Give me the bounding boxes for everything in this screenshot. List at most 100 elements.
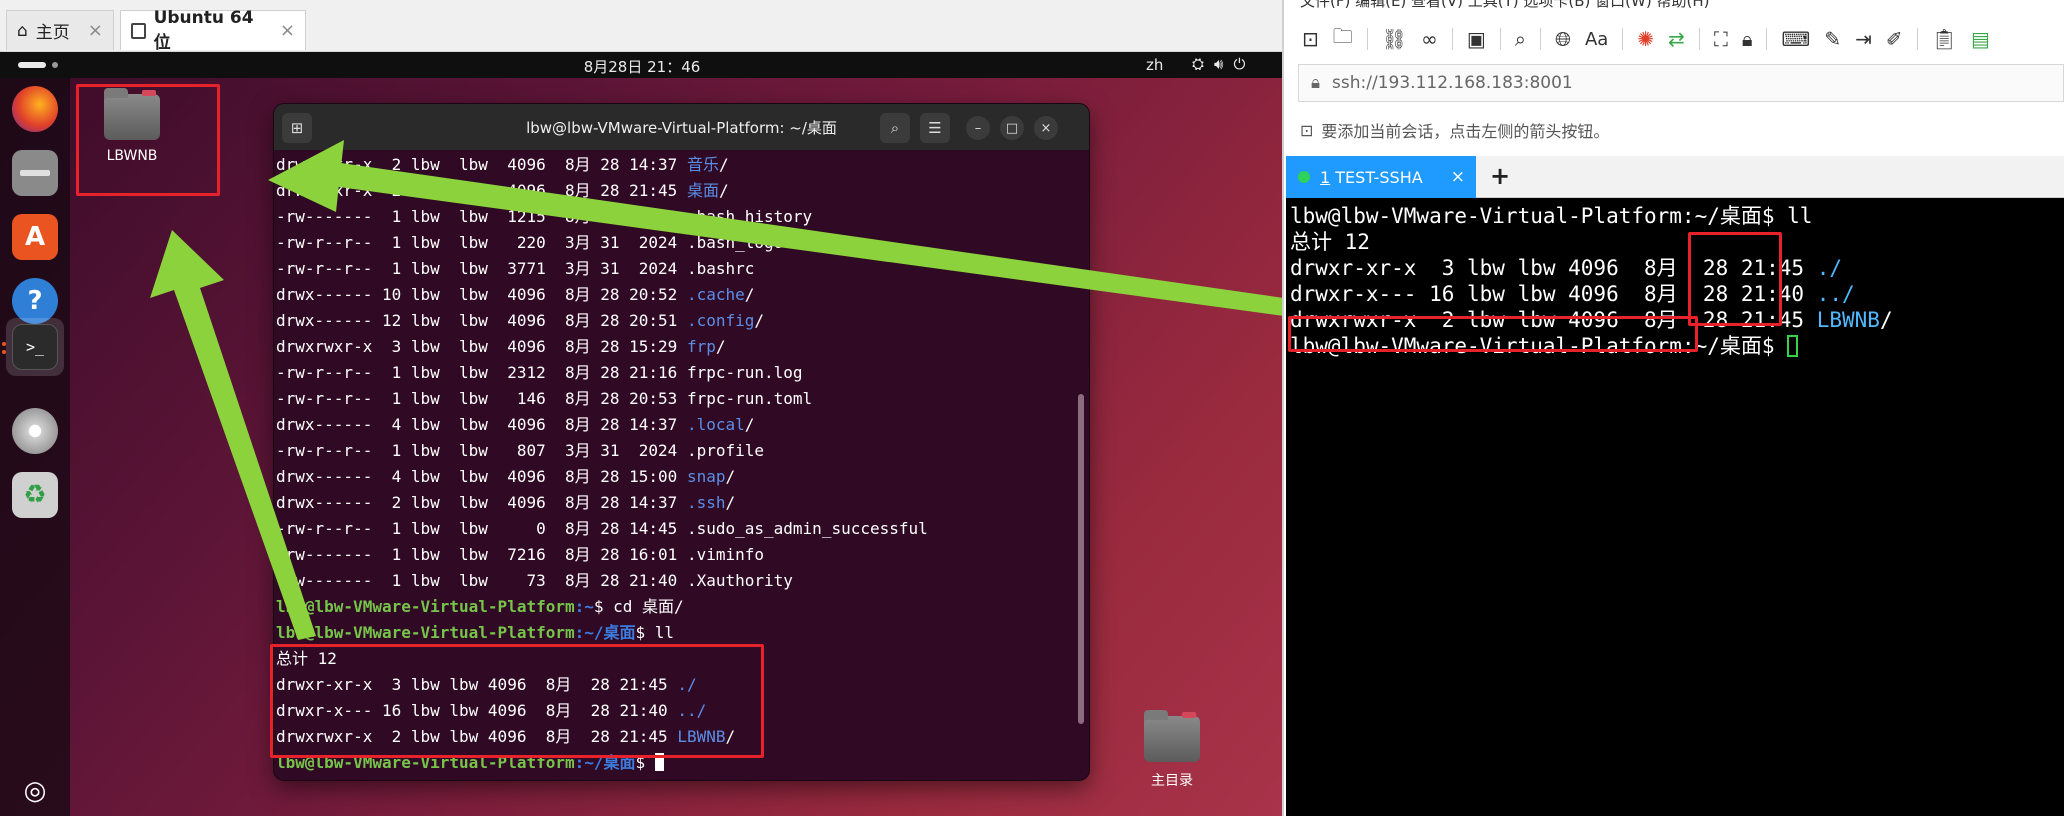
clock[interactable]: 8月28日 21：46 (0, 56, 1282, 77)
link-icon[interactable]: ∞ (1421, 27, 1438, 51)
tab-home[interactable]: ⌂ 主页 × (6, 10, 114, 50)
script-icon[interactable]: ✎ (1824, 27, 1841, 51)
edit-icon[interactable]: ✐ (1886, 27, 1903, 51)
terminal-icon[interactable]: >_ (12, 324, 58, 370)
listing-meta: drwxr-xr-x 3 lbw lbw 4096 8月 28 21:45 (276, 675, 678, 694)
hamburger-menu-icon[interactable]: ☰ (920, 113, 950, 143)
keyboard-icon[interactable]: ⌨ (1781, 27, 1810, 51)
ssh-dir-suffix: / (1879, 308, 1893, 332)
add-session-arrow-icon[interactable]: ⊡ (1300, 121, 1313, 140)
minimize-icon[interactable]: – (966, 116, 990, 140)
gnome-top-bar: 8月28日 21：46 zh ⛭ 🔊︎ ⏻ (0, 52, 1282, 78)
listing-name: .viminfo (686, 545, 765, 564)
terminal-scrollbar[interactable] (1078, 394, 1084, 724)
terminal-line: lbw@lbw-VMware-Virtual-Platform:~$ cd 桌面… (276, 594, 1076, 620)
lock-icon[interactable]: 🔒︎ (1742, 27, 1753, 51)
files-icon[interactable] (12, 150, 58, 196)
open-folder-icon[interactable]: 🗀︎ (1333, 22, 1353, 56)
listing-suffix: / (725, 727, 736, 746)
ssh-client-window: 文件(F) 编辑(E) 查看(V) 工具(T) 选项卡(B) 窗口(W) 帮助(… (1286, 0, 2064, 816)
listing-name: ../ (677, 701, 707, 720)
fullscreen-icon[interactable]: ⛶ (1714, 27, 1728, 51)
ssh-terminal-output[interactable]: lbw@lbw-VMware-Virtual-Platform:~/桌面$ ll… (1286, 198, 2064, 816)
menu-bar[interactable]: 文件(F) 编辑(E) 查看(V) 工具(T) 选项卡(B) 窗口(W) 帮助(… (1286, 0, 2064, 10)
plugin-icon[interactable]: ✺ (1637, 27, 1654, 51)
font-icon[interactable]: Aa (1585, 29, 1608, 50)
transfer-icon[interactable]: ⇄ (1668, 27, 1685, 51)
terminal-output[interactable]: drwxr-xr-x 2 lbw lbw 4096 8月 28 14:37 音乐… (276, 152, 1076, 776)
firefox-icon[interactable] (12, 86, 58, 132)
toolbar-separator (1451, 28, 1453, 50)
search-icon[interactable]: ⌕ (880, 113, 910, 143)
disconnect-icon[interactable]: ⛓ (1382, 27, 1407, 51)
listing-name: LBWNB (677, 727, 726, 746)
session-icon[interactable]: ▣ (1467, 27, 1486, 51)
listing-meta: -rw------- 1 lbw lbw 1215 8月 28 20:51 (276, 207, 687, 226)
tab-ubuntu-label: Ubuntu 64 位 (153, 8, 254, 53)
close-icon[interactable]: × (1451, 167, 1465, 187)
close-icon[interactable]: × (88, 20, 103, 41)
terminal-line: -rw------- 1 lbw lbw 1215 8月 28 20:51 .b… (276, 204, 1076, 230)
input-method-indicator[interactable]: zh (1146, 56, 1163, 74)
listing-name: .Xauthority (686, 571, 793, 590)
ubuntu-terminal-window: ⊞ lbw@lbw-VMware-Virtual-Platform: ~/桌面 … (274, 104, 1089, 780)
terminal-line: lbw@lbw-VMware-Virtual-Platform:~/桌面$ ll (276, 620, 1076, 646)
prompt-user: lbw@lbw-VMware-Virtual-Platform (276, 753, 575, 772)
ubuntu-logo-icon[interactable]: ◎ (12, 768, 58, 814)
ssh-line-text: 总计 12 (1290, 230, 1370, 254)
listing-suffix: / (754, 311, 765, 330)
listing-name: .bash_history (686, 207, 813, 226)
ubuntu-desktop: 8月28日 21：46 zh ⛭ 🔊︎ ⏻ A ? >_ ♻ ◎ LBWNB 主… (0, 52, 1282, 816)
listing-name: ./ (677, 675, 697, 694)
close-icon[interactable]: × (1034, 116, 1058, 140)
toolbar-separator (1698, 28, 1700, 50)
ssh-line-text: drwxrwxr-x 2 lbw lbw 4096 8月 28 21:45 (1290, 308, 1817, 332)
toolbar-separator (1916, 28, 1918, 50)
terminal-line: -rw-r--r-- 1 lbw lbw 807 3月 31 2024 .pro… (276, 438, 1076, 464)
close-icon[interactable]: × (280, 20, 295, 41)
listing-meta: drwx------ 10 lbw lbw 4096 8月 28 20:52 (276, 285, 687, 304)
prompt-user: lbw@lbw-VMware-Virtual-Platform (276, 597, 575, 616)
tab-home-label: 主页 (35, 23, 70, 43)
address-bar[interactable]: 🔒︎ ssh://193.112.168.183:8001 (1298, 64, 2064, 102)
green-arrow-icon[interactable]: ▤ (1971, 27, 1990, 51)
desktop-home-folder[interactable]: 主目录 (1144, 710, 1200, 790)
vmware-tab-bar: ⌂ 主页 × Ubuntu 64 位 × (0, 0, 1282, 53)
tab-ubuntu[interactable]: Ubuntu 64 位 × (120, 8, 306, 53)
trash-icon[interactable]: ♻ (12, 472, 58, 518)
ssh-text-cursor (1787, 335, 1799, 357)
listing-suffix: / (725, 493, 736, 512)
ssh-session-tab[interactable]: 1 TEST-SSHA × (1286, 156, 1476, 198)
search-icon[interactable]: ⌕ (1515, 27, 1526, 51)
prompt-command: $ ll (635, 623, 675, 642)
home-folder-icon (1144, 710, 1200, 762)
terminal-line: drwx------ 2 lbw lbw 4096 8月 28 14:37 .s… (276, 490, 1076, 516)
desktop-home-label: 主目录 (1151, 773, 1193, 789)
terminal-line: -rw-r--r-- 1 lbw lbw 3771 3月 31 2024 .ba… (276, 256, 1076, 282)
desktop-folder-lbwnb[interactable]: LBWNB (104, 88, 160, 164)
listing-name: .sudo_as_admin_successful (686, 519, 928, 538)
maximize-icon[interactable]: □ (1000, 116, 1024, 140)
dvd-icon[interactable] (12, 408, 58, 454)
terminal-line: drwxr-xr-x 3 lbw lbw 4096 8月 28 21:45 ./ (276, 672, 1076, 698)
listing-suffix: / (725, 467, 736, 486)
listing-suffix: / (744, 415, 755, 434)
new-window-icon[interactable]: ⊡ (1302, 27, 1319, 51)
listing-name: .cache (686, 285, 745, 304)
import-icon[interactable]: ⇥ (1855, 27, 1872, 51)
listing-name: .ssh (686, 493, 726, 512)
globe-icon[interactable]: 🌐︎ (1555, 27, 1571, 51)
listing-meta: drwxrwxr-x 3 lbw lbw 4096 8月 28 15:29 (276, 337, 687, 356)
prompt-path: :~/桌面 (574, 623, 636, 642)
listing-meta: drwx------ 4 lbw lbw 4096 8月 28 15:00 (276, 467, 687, 486)
add-tab-button[interactable]: + (1490, 162, 1510, 190)
terminal-line: lbw@lbw-VMware-Virtual-Platform:~/桌面$ (276, 750, 1076, 776)
listing-name: .local (686, 415, 745, 434)
listing-meta: -rw-r--r-- 1 lbw lbw 3771 3月 31 2024 (276, 259, 687, 278)
hint-text: 要添加当前会话，点击左侧的箭头按钮。 (1321, 122, 1610, 141)
paste-icon[interactable]: 📋︎ (1932, 27, 1957, 51)
system-tray[interactable]: ⛭ 🔊︎ ⏻ (1192, 55, 1245, 73)
connected-status-icon (1298, 171, 1310, 183)
listing-name: 桌面 (686, 181, 719, 200)
app-center-icon[interactable]: A (12, 214, 58, 260)
